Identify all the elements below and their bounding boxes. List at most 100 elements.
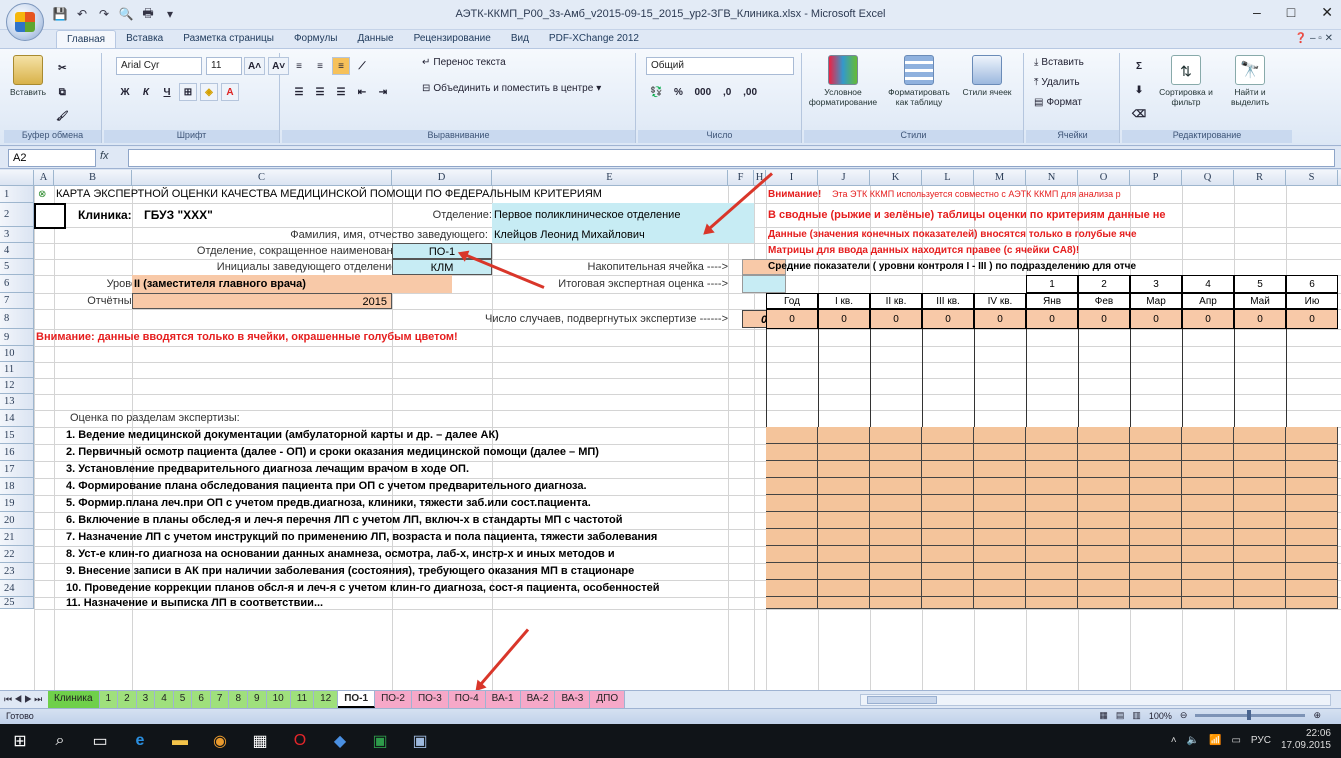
decrease-decimal-icon[interactable]: ,00 (739, 83, 761, 101)
orange-score-cell[interactable] (818, 597, 870, 609)
sheet-tab[interactable]: 12 (314, 691, 339, 708)
section-row-18[interactable]: 4. Формирование плана обследования пацие… (66, 478, 754, 495)
orange-score-cell[interactable] (1182, 461, 1234, 478)
store-icon[interactable]: ◆ (330, 731, 350, 751)
ribbon-help-icon[interactable]: ❓ – ▫ ✕ (1295, 33, 1333, 44)
tab-home[interactable]: Главная (56, 30, 117, 48)
orange-score-cell[interactable] (922, 444, 974, 461)
calculator-icon[interactable]: ▦ (250, 731, 270, 751)
sheet-tab[interactable]: ДПО (590, 691, 626, 708)
sheet-tab[interactable]: 8 (229, 691, 249, 708)
orange-score-cell[interactable] (1234, 597, 1286, 609)
row-header-5[interactable]: 5 (0, 259, 34, 275)
cell-b14-heading[interactable]: Оценка по разделам экспертизы: (70, 410, 470, 427)
section-row-25[interactable]: 11. Назначение и выписка ЛП в соответств… (66, 597, 754, 609)
orange-score-cell[interactable] (922, 512, 974, 529)
column-header-e[interactable]: E (492, 170, 728, 186)
app-taskbar-icon[interactable]: ▣ (410, 731, 430, 751)
volume-icon[interactable]: 🔈 (1187, 735, 1199, 746)
right-r1-text[interactable]: Эта ЭТК ККМП используется совместно с АЭ… (832, 186, 1312, 203)
period-header-cell[interactable]: Мар (1130, 293, 1182, 309)
row-header-19[interactable]: 19 (0, 495, 34, 512)
right-r5[interactable]: Средние показатели ( уровни контроля I -… (768, 259, 1318, 275)
orange-score-cell[interactable] (1130, 461, 1182, 478)
orange-score-cell[interactable] (1286, 597, 1338, 609)
orange-score-cell[interactable] (766, 461, 818, 478)
tab-data[interactable]: Данные (347, 30, 403, 48)
orange-score-cell[interactable] (1130, 529, 1182, 546)
orange-score-cell[interactable] (922, 529, 974, 546)
row-header-11[interactable]: 11 (0, 362, 34, 378)
orange-score-cell[interactable] (766, 427, 818, 444)
orange-score-cell[interactable] (1286, 444, 1338, 461)
align-left-icon[interactable]: ☰ (290, 83, 308, 101)
month-number-cell[interactable]: 4 (1182, 275, 1234, 293)
orange-score-cell[interactable] (1078, 563, 1130, 580)
orange-score-cell[interactable] (1234, 478, 1286, 495)
orange-score-cell[interactable] (1078, 461, 1130, 478)
sheet-tab[interactable]: 4 (155, 691, 174, 708)
period-value-cell[interactable]: 0 (1286, 309, 1338, 329)
orange-score-cell[interactable] (1026, 546, 1078, 563)
file-explorer-icon[interactable]: ▬ (170, 731, 190, 751)
orange-score-cell[interactable] (870, 529, 922, 546)
orange-score-cell[interactable] (766, 580, 818, 597)
orange-score-cell[interactable] (1078, 529, 1130, 546)
orange-score-cell[interactable] (818, 478, 870, 495)
cell-d2-label[interactable]: Отделение: (400, 203, 492, 227)
orange-score-cell[interactable] (1026, 580, 1078, 597)
orange-score-cell[interactable] (1234, 512, 1286, 529)
column-header-o[interactable]: O (1078, 170, 1130, 186)
font-name-select[interactable]: Arial Cyr (116, 57, 202, 75)
tab-review[interactable]: Рецензирование (404, 30, 501, 48)
clear-icon[interactable]: ⌫ (1128, 105, 1150, 123)
orange-score-cell[interactable] (1026, 563, 1078, 580)
sheet-tab[interactable]: ПО-4 (448, 691, 486, 708)
currency-icon[interactable]: 💱 (646, 83, 666, 101)
row-header-20[interactable]: 20 (0, 512, 34, 529)
period-value-cell[interactable]: 0 (766, 309, 818, 329)
zoom-slider[interactable] (1195, 710, 1306, 720)
select-all-corner[interactable] (0, 170, 34, 186)
spreadsheet-grid[interactable]: ABCDEFHIJKLMNOPQRS 1 2 3 4 5 6 7 8 9 10 11 12 13 14 15… (0, 170, 1341, 690)
orange-score-cell[interactable] (1234, 495, 1286, 512)
orange-score-cell[interactable] (1026, 461, 1078, 478)
period-value-cell[interactable]: 0 (1130, 309, 1182, 329)
period-header-cell[interactable]: Ию (1286, 293, 1338, 309)
fx-icon[interactable]: fx (100, 150, 109, 162)
orange-score-cell[interactable] (870, 495, 922, 512)
period-header-cell[interactable]: Апр (1182, 293, 1234, 309)
orange-score-cell[interactable] (818, 461, 870, 478)
maximize-button[interactable]: □ (1287, 4, 1295, 21)
orange-score-cell[interactable] (1026, 495, 1078, 512)
row-header-16[interactable]: 16 (0, 444, 34, 461)
wrap-text-button[interactable]: ↵ Перенос текста (422, 57, 506, 68)
orange-score-cell[interactable] (818, 563, 870, 580)
borders-icon[interactable]: ⊞ (179, 83, 197, 101)
month-number-cell[interactable]: 2 (1078, 275, 1130, 293)
cell-c7-value[interactable]: 2015 (132, 293, 392, 309)
orange-score-cell[interactable] (1182, 478, 1234, 495)
task-view-icon[interactable]: ▭ (90, 731, 110, 751)
orange-score-cell[interactable] (1286, 427, 1338, 444)
view-pagebreak-icon[interactable]: ▥ (1132, 710, 1141, 721)
column-header-q[interactable]: Q (1182, 170, 1234, 186)
period-value-cell[interactable]: 0 (1078, 309, 1130, 329)
orange-score-cell[interactable] (1234, 563, 1286, 580)
increase-decimal-icon[interactable]: ,0 (718, 83, 736, 101)
orange-score-cell[interactable] (974, 461, 1026, 478)
format-painter-icon[interactable]: 🖌 (52, 107, 73, 125)
cell-e3-value[interactable]: Клейцов Леонид Михайлович (492, 227, 754, 243)
orange-score-cell[interactable] (922, 597, 974, 609)
row-header-2[interactable]: 2 (0, 203, 34, 227)
cell-b4-label[interactable]: Отделение, сокращенное наименование: (68, 243, 408, 259)
sheet-tab[interactable]: ПО-2 (375, 691, 412, 708)
name-box[interactable]: A2 (8, 149, 96, 167)
thousands-icon[interactable]: 000 (690, 83, 715, 101)
sheet-tab[interactable]: 9 (248, 691, 267, 708)
orange-score-cell[interactable] (1130, 580, 1182, 597)
orange-score-cell[interactable] (1234, 529, 1286, 546)
orange-score-cell[interactable] (1234, 461, 1286, 478)
view-normal-icon[interactable]: ▦ (1099, 710, 1108, 721)
tab-view[interactable]: Вид (501, 30, 539, 48)
